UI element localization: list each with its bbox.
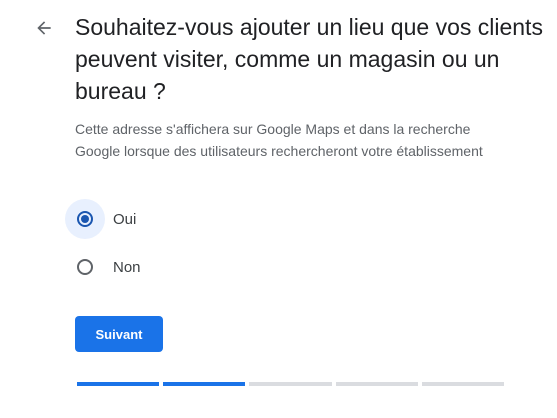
progress-segment — [163, 382, 246, 386]
radio-button-non[interactable] — [65, 247, 105, 287]
page-title: Souhaitez-vous ajouter un lieu que vos c… — [75, 14, 543, 104]
radio-unchecked-icon — [77, 259, 93, 275]
progress-segment — [249, 382, 332, 386]
progress-bar — [77, 382, 505, 386]
progress-segment — [335, 382, 418, 386]
radio-checked-icon — [77, 211, 93, 227]
radio-option-non[interactable]: Non — [65, 247, 141, 287]
progress-segment — [77, 382, 160, 386]
progress-segment — [421, 382, 505, 386]
radio-label-non: Non — [113, 258, 141, 276]
arrow-left-icon — [34, 18, 54, 38]
radio-label-oui: Oui — [113, 210, 137, 228]
back-button[interactable] — [30, 14, 58, 42]
description-text: Cette adresse s'affichera sur Google Map… — [75, 121, 483, 159]
next-button[interactable]: Suivant — [75, 316, 163, 352]
radio-dot — [81, 215, 89, 223]
radio-option-oui[interactable]: Oui — [65, 199, 136, 239]
radio-button-oui[interactable] — [65, 199, 105, 239]
